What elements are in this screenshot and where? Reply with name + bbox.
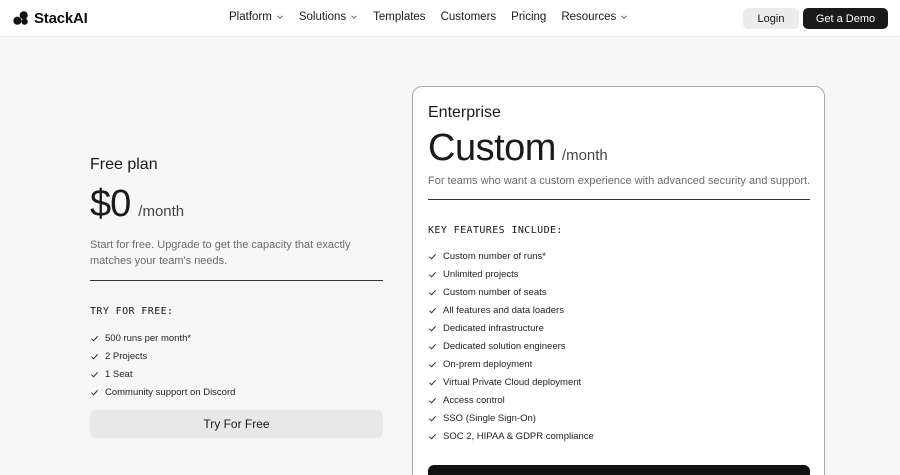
nav-item-platform[interactable]: Platform xyxy=(229,11,284,23)
nav-label: Templates xyxy=(373,11,426,23)
list-item: On-prem deployment xyxy=(428,355,594,373)
nav-item-pricing[interactable]: Pricing xyxy=(511,11,546,23)
price-period: /month xyxy=(561,147,608,164)
feature-text: Custom number of runs* xyxy=(443,250,546,262)
list-item: Custom number of runs* xyxy=(428,247,594,265)
plan-description: Start for free. Upgrade to get the capac… xyxy=(90,239,351,267)
check-icon xyxy=(91,389,99,395)
top-navbar: StackAI Platform Solutions Templates Cus… xyxy=(0,0,900,37)
list-item: Custom number of seats xyxy=(428,283,594,301)
check-icon xyxy=(429,361,437,367)
brand-name: StackAI xyxy=(34,9,88,27)
free-plan-card: Free plan $0 /month Start for free. Upgr… xyxy=(90,156,383,401)
check-icon xyxy=(429,433,437,439)
check-icon xyxy=(429,253,437,259)
check-icon xyxy=(429,343,437,349)
price-period: /month xyxy=(138,203,185,220)
price-row: Custom /month xyxy=(428,129,608,167)
feature-text: Unlimited projects xyxy=(443,268,519,280)
get-demo-button[interactable]: Get a Demo xyxy=(803,8,888,29)
divider xyxy=(90,280,383,281)
features-heading: TRY FOR FREE: xyxy=(90,306,174,317)
list-item: 500 runs per month* xyxy=(90,329,383,347)
feature-text: 1 Seat xyxy=(105,368,133,380)
nav-label: Platform xyxy=(229,11,272,23)
nav-label: Solutions xyxy=(298,11,347,23)
features-heading: KEY FEATURES INCLUDE: xyxy=(428,225,563,236)
check-icon xyxy=(429,289,437,295)
feature-text: All features and data loaders xyxy=(443,304,564,316)
chevron-down-icon xyxy=(277,15,283,19)
brand-logo[interactable]: StackAI xyxy=(12,9,88,27)
check-icon xyxy=(429,307,437,313)
plan-price: $0 xyxy=(90,183,131,225)
feature-text: Community support on Discord xyxy=(105,386,236,398)
feature-text: Custom number of seats xyxy=(443,286,547,298)
check-icon xyxy=(429,397,437,403)
nav-item-solutions[interactable]: Solutions xyxy=(299,11,358,23)
feature-list: 500 runs per month* 2 Projects 1 Seat Co… xyxy=(90,329,383,401)
check-icon xyxy=(91,335,99,341)
plan-name: Enterprise xyxy=(428,104,501,121)
plan-name: Free plan xyxy=(90,156,158,173)
nav-label: Customers xyxy=(440,11,497,23)
nav-label: Pricing xyxy=(511,11,547,23)
login-button[interactable]: Login xyxy=(743,8,799,29)
check-icon xyxy=(429,415,437,421)
list-item: Access control xyxy=(428,391,594,409)
feature-text: 2 Projects xyxy=(105,350,148,362)
check-icon xyxy=(429,379,437,385)
main-nav: Platform Solutions Templates Customers P… xyxy=(229,11,643,23)
nav-item-templates[interactable]: Templates xyxy=(373,11,425,23)
chevron-down-icon xyxy=(621,15,628,19)
list-item: 1 Seat xyxy=(90,365,383,383)
list-item: SSO (Single Sign-On) xyxy=(428,409,594,427)
feature-text: 500 runs per month* xyxy=(105,332,192,344)
feature-text: Access control xyxy=(443,394,505,406)
list-item: Dedicated solution engineers xyxy=(428,337,594,355)
plan-description: For teams who want a custom experience w… xyxy=(428,175,811,187)
try-for-free-button[interactable]: Try For Free xyxy=(90,410,383,438)
list-item: Community support on Discord xyxy=(90,383,383,401)
list-item: Virtual Private Cloud deployment xyxy=(428,373,594,391)
nav-item-customers[interactable]: Customers xyxy=(441,11,497,23)
feature-text: Dedicated solution engineers xyxy=(443,340,566,352)
chevron-down-icon xyxy=(351,15,357,19)
enterprise-plan-card: Enterprise Custom /month For teams who w… xyxy=(412,86,825,475)
feature-list: Custom number of runs* Unlimited project… xyxy=(428,247,594,445)
check-icon xyxy=(429,271,437,277)
divider xyxy=(428,199,810,200)
nav-item-resources[interactable]: Resources xyxy=(561,11,628,23)
feature-text: Dedicated infrastructure xyxy=(443,322,544,334)
list-item: 2 Projects xyxy=(90,347,383,365)
price-row: $0 /month xyxy=(90,185,383,223)
check-icon xyxy=(429,325,437,331)
nav-label: Resources xyxy=(561,11,617,23)
plan-price: Custom xyxy=(428,127,556,169)
feature-text: SSO (Single Sign-On) xyxy=(443,412,536,424)
check-icon xyxy=(91,353,99,359)
list-item: All features and data loaders xyxy=(428,301,594,319)
list-item: Unlimited projects xyxy=(428,265,594,283)
check-icon xyxy=(91,371,99,377)
feature-text: On-prem deployment xyxy=(443,358,533,370)
list-item: Dedicated infrastructure xyxy=(428,319,594,337)
stackai-logo-icon xyxy=(13,11,28,25)
feature-text: Virtual Private Cloud deployment xyxy=(443,376,582,388)
list-item: SOC 2, HIPAA & GDPR compliance xyxy=(428,427,594,445)
enterprise-cta-button[interactable] xyxy=(428,465,810,475)
feature-text: SOC 2, HIPAA & GDPR compliance xyxy=(443,430,594,442)
